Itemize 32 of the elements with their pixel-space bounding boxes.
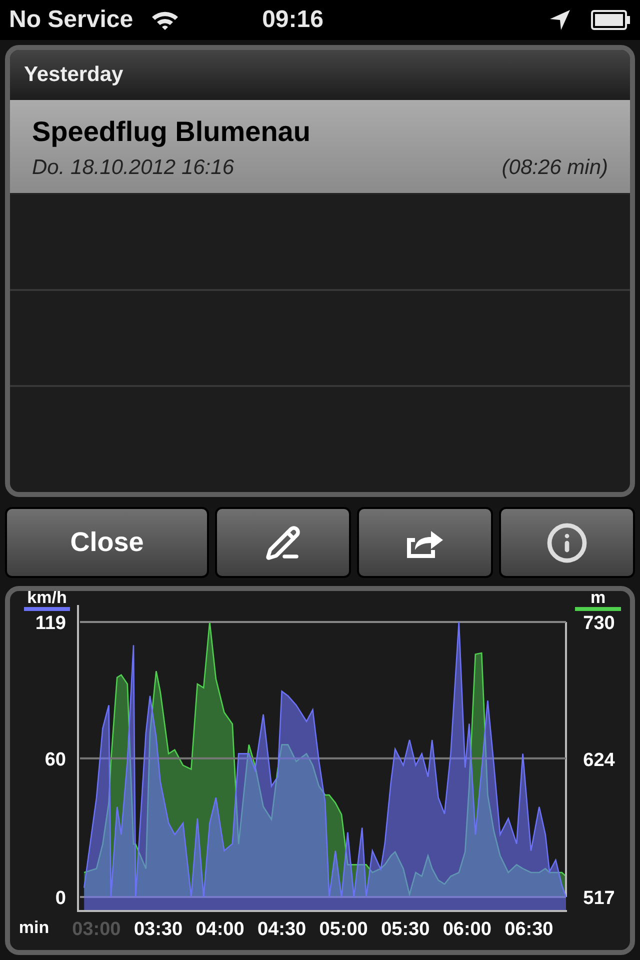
tick-label: 06:30 [504, 919, 554, 940]
edit-button[interactable] [215, 507, 351, 578]
tick-label: 60 [44, 749, 66, 770]
info-icon [546, 522, 588, 564]
flight-date: Do. 18.10.2012 16:16 [32, 155, 234, 181]
battery-icon [591, 10, 631, 30]
tick-label: 05:30 [381, 919, 430, 940]
flight-title: Speedflug Blumenau [32, 115, 312, 149]
tick-label: 06:00 [442, 919, 492, 940]
flight-duration: (08:26 min) [502, 155, 608, 181]
axis-unit: km/h [27, 591, 67, 607]
tick-label: 119 [35, 613, 66, 634]
carrier-label: No Service [9, 5, 134, 35]
list-row[interactable]: Speedflug Blumenau Do. 18.10.2012 16:16 (08:26 min) [10, 100, 630, 195]
tick-label: 04:30 [258, 919, 306, 940]
tick-label: 0 [55, 888, 66, 909]
tick-label: 517 [583, 888, 615, 909]
tick-label: 624 [583, 750, 615, 771]
info-button[interactable] [499, 507, 635, 578]
close-button[interactable]: Close [5, 507, 209, 578]
share-button[interactable] [357, 507, 493, 578]
location-arrow-icon [549, 9, 571, 31]
tick-label: 04:00 [196, 919, 244, 940]
axis-label: min [18, 918, 50, 937]
tick-label: 05:00 [319, 919, 368, 940]
tick-label: 03:30 [134, 919, 183, 940]
wifi-icon [150, 9, 180, 31]
clock: 09:16 [262, 5, 324, 35]
tick-label: 03:00 [72, 919, 121, 940]
pencil-icon [265, 524, 301, 560]
tick-label: 730 [583, 613, 615, 634]
axis-unit: m [590, 591, 606, 607]
